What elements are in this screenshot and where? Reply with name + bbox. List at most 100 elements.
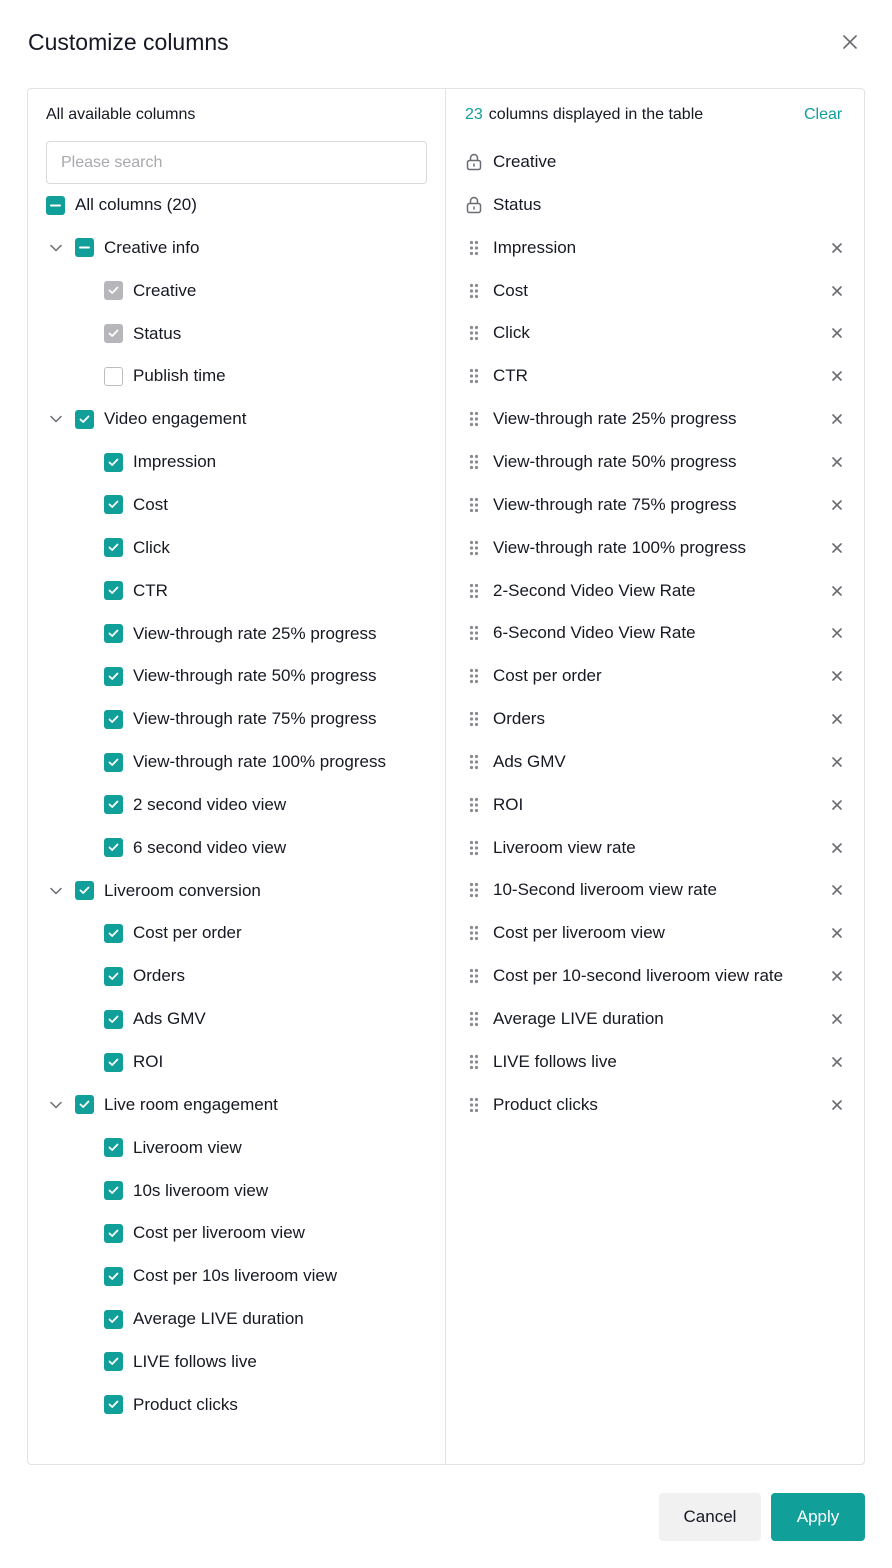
column-option[interactable]: Product clicks: [104, 1393, 238, 1417]
chevron-down-icon[interactable]: [48, 240, 64, 256]
column-option[interactable]: Liveroom view: [104, 1136, 242, 1160]
chevron-down-icon[interactable]: [48, 883, 64, 899]
column-checkbox[interactable]: [104, 366, 123, 386]
chevron-down-icon[interactable]: [48, 1097, 64, 1113]
selected-column-item[interactable]: View-through rate 100% progress: [465, 536, 847, 560]
drag-handle-icon[interactable]: [465, 366, 483, 386]
drag-handle-icon[interactable]: [465, 923, 483, 943]
drag-handle-icon[interactable]: [465, 880, 483, 900]
selected-column-item[interactable]: 10-Second liveroom view rate: [465, 878, 847, 902]
column-option[interactable]: Creative: [104, 279, 196, 303]
column-checkbox[interactable]: [104, 1352, 123, 1372]
column-option[interactable]: Average LIVE duration: [104, 1307, 304, 1331]
column-option[interactable]: Orders: [104, 964, 185, 988]
remove-icon[interactable]: [827, 623, 847, 643]
remove-icon[interactable]: [827, 880, 847, 900]
remove-icon[interactable]: [827, 709, 847, 729]
column-checkbox[interactable]: [104, 581, 123, 601]
column-option[interactable]: View-through rate 100% progress: [104, 750, 386, 774]
selected-column-item[interactable]: Product clicks: [465, 1093, 847, 1117]
column-group[interactable]: Video engagement: [75, 407, 246, 431]
column-option[interactable]: CTR: [104, 579, 168, 603]
remove-icon[interactable]: [827, 281, 847, 301]
column-option[interactable]: Publish time: [104, 364, 226, 388]
column-checkbox[interactable]: [104, 1138, 123, 1158]
column-checkbox[interactable]: [104, 966, 123, 986]
column-checkbox[interactable]: [104, 1181, 123, 1201]
clear-button[interactable]: Clear: [804, 105, 842, 125]
group-checkbox[interactable]: [75, 409, 94, 429]
remove-icon[interactable]: [827, 1009, 847, 1029]
drag-handle-icon[interactable]: [465, 452, 483, 472]
drag-handle-icon[interactable]: [465, 666, 483, 686]
remove-icon[interactable]: [827, 366, 847, 386]
search-input[interactable]: [46, 141, 427, 184]
column-option[interactable]: Ads GMV: [104, 1007, 206, 1031]
cancel-button[interactable]: Cancel: [659, 1493, 761, 1541]
selected-column-item[interactable]: 2-Second Video View Rate: [465, 579, 847, 603]
column-checkbox[interactable]: [104, 495, 123, 515]
column-option[interactable]: LIVE follows live: [104, 1350, 257, 1374]
remove-icon[interactable]: [827, 1095, 847, 1115]
remove-icon[interactable]: [827, 581, 847, 601]
column-option[interactable]: Cost per 10s liveroom view: [104, 1264, 337, 1288]
selected-column-item[interactable]: Impression: [465, 236, 847, 260]
remove-icon[interactable]: [827, 452, 847, 472]
remove-icon[interactable]: [827, 1052, 847, 1072]
drag-handle-icon[interactable]: [465, 1095, 483, 1115]
remove-icon[interactable]: [827, 752, 847, 772]
remove-icon[interactable]: [827, 538, 847, 558]
selected-column-item[interactable]: Click: [465, 321, 847, 345]
column-checkbox[interactable]: [104, 538, 123, 558]
selected-column-item[interactable]: View-through rate 75% progress: [465, 493, 847, 517]
column-checkbox[interactable]: [104, 1395, 123, 1415]
column-checkbox[interactable]: [104, 666, 123, 686]
column-option[interactable]: Impression: [104, 450, 216, 474]
selected-column-item[interactable]: LIVE follows live: [465, 1050, 847, 1074]
column-option[interactable]: Cost: [104, 493, 168, 517]
selected-column-item[interactable]: Cost per order: [465, 664, 847, 688]
remove-icon[interactable]: [827, 966, 847, 986]
remove-icon[interactable]: [827, 495, 847, 515]
remove-icon[interactable]: [827, 323, 847, 343]
selected-column-item[interactable]: View-through rate 25% progress: [465, 407, 847, 431]
all-columns-checkbox[interactable]: [46, 195, 65, 215]
column-group[interactable]: Creative info: [75, 236, 199, 260]
selected-column-item[interactable]: Orders: [465, 707, 847, 731]
drag-handle-icon[interactable]: [465, 752, 483, 772]
chevron-down-icon[interactable]: [48, 411, 64, 427]
column-checkbox[interactable]: [104, 1266, 123, 1286]
column-checkbox[interactable]: [104, 1009, 123, 1029]
column-option[interactable]: 10s liveroom view: [104, 1179, 268, 1203]
selected-column-item[interactable]: ROI: [465, 793, 847, 817]
column-option[interactable]: View-through rate 75% progress: [104, 707, 377, 731]
column-checkbox[interactable]: [104, 624, 123, 643]
drag-handle-icon[interactable]: [465, 709, 483, 729]
column-option[interactable]: Click: [104, 536, 170, 560]
column-checkbox[interactable]: [104, 452, 123, 472]
column-checkbox[interactable]: [104, 709, 123, 729]
drag-handle-icon[interactable]: [465, 495, 483, 515]
drag-handle-icon[interactable]: [465, 323, 483, 343]
drag-handle-icon[interactable]: [465, 238, 483, 258]
group-checkbox[interactable]: [75, 881, 94, 901]
column-option[interactable]: 2 second video view: [104, 793, 286, 817]
drag-handle-icon[interactable]: [465, 838, 483, 858]
column-checkbox[interactable]: [104, 1223, 123, 1243]
apply-button[interactable]: Apply: [771, 1493, 865, 1541]
column-group[interactable]: Live room engagement: [75, 1093, 278, 1117]
drag-handle-icon[interactable]: [465, 281, 483, 301]
drag-handle-icon[interactable]: [465, 581, 483, 601]
selected-column-item[interactable]: Cost per 10-second liveroom view rate: [465, 964, 847, 988]
selected-column-item[interactable]: Average LIVE duration: [465, 1007, 847, 1031]
drag-handle-icon[interactable]: [465, 966, 483, 986]
remove-icon[interactable]: [827, 666, 847, 686]
column-checkbox[interactable]: [104, 1052, 123, 1072]
group-checkbox[interactable]: [75, 1095, 94, 1115]
selected-column-item[interactable]: Liveroom view rate: [465, 836, 847, 860]
column-checkbox[interactable]: [104, 923, 123, 943]
close-icon[interactable]: [838, 30, 862, 54]
column-checkbox[interactable]: [104, 838, 123, 858]
column-option[interactable]: View-through rate 50% progress: [104, 664, 377, 688]
drag-handle-icon[interactable]: [465, 1052, 483, 1072]
